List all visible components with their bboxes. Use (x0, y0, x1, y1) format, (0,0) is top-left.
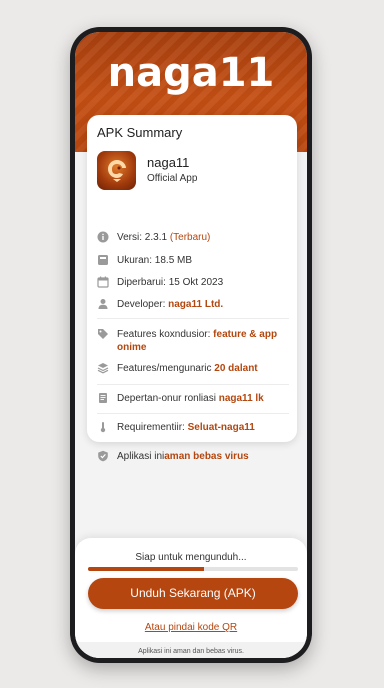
row-label: Requirementiir: (117, 422, 188, 433)
storage-icon (98, 255, 108, 265)
download-status: Siap untuk mengunduh... (135, 552, 247, 563)
row-value: naga11 lk (218, 393, 264, 404)
progress-fill (88, 567, 204, 571)
person-icon (98, 299, 108, 309)
row-label: Features koxndusior: (117, 329, 214, 340)
row-label: Aplikasi ini (117, 451, 165, 462)
phone-screen: naga11 APK Summary naga11 Official App V… (75, 32, 307, 658)
footer-note: Aplikasi ini aman dan bebas virus. (75, 642, 307, 658)
download-progress-bar (88, 567, 298, 571)
document-icon (99, 393, 107, 403)
row-label: Developer: (117, 299, 169, 310)
layers-icon (97, 363, 109, 374)
tag-icon (98, 329, 108, 339)
apk-summary-card: APK Summary naga11 Official App Versi: 2… (87, 115, 297, 462)
divider (97, 384, 289, 385)
app-name: naga11 (147, 155, 190, 170)
row-label: Versi: 2.3.1 (117, 232, 170, 243)
divider (97, 413, 289, 414)
phone-frame: naga11 APK Summary naga11 Official App V… (70, 27, 312, 663)
divider (97, 318, 289, 319)
row-value: 20 dalant (214, 363, 258, 374)
logo: naga11 (107, 50, 275, 96)
info-icon (97, 231, 109, 243)
row-value: naga11 Ltd. (168, 299, 224, 310)
card-title: APK Summary (97, 125, 183, 140)
app-icon (97, 151, 136, 190)
download-apk-button[interactable]: Unduh Sekarang (APK) (88, 578, 298, 609)
row-label: Depertan-onur ronliasi (117, 393, 219, 404)
row-label: Diperbarui: 15 Okt 2023 (117, 277, 224, 288)
calendar-icon (97, 276, 109, 288)
row-value: Seluat-naga11 (187, 422, 255, 433)
scan-qr-link[interactable]: Atau pindai kode QR (75, 622, 307, 633)
row-label: Ukuran: 18.5 MB (117, 255, 193, 266)
download-panel: Siap untuk mengunduh... Unduh Sekarang (… (75, 538, 307, 658)
row-label: Features/mengunaric (117, 363, 215, 374)
row-value: (Terbaru) (169, 232, 211, 243)
app-subtitle: Official App (147, 173, 198, 184)
thermometer-icon (100, 422, 106, 433)
shield-check-icon (98, 450, 108, 462)
dragon-icon (107, 159, 126, 182)
row-value: aman bebas virus (164, 451, 249, 462)
